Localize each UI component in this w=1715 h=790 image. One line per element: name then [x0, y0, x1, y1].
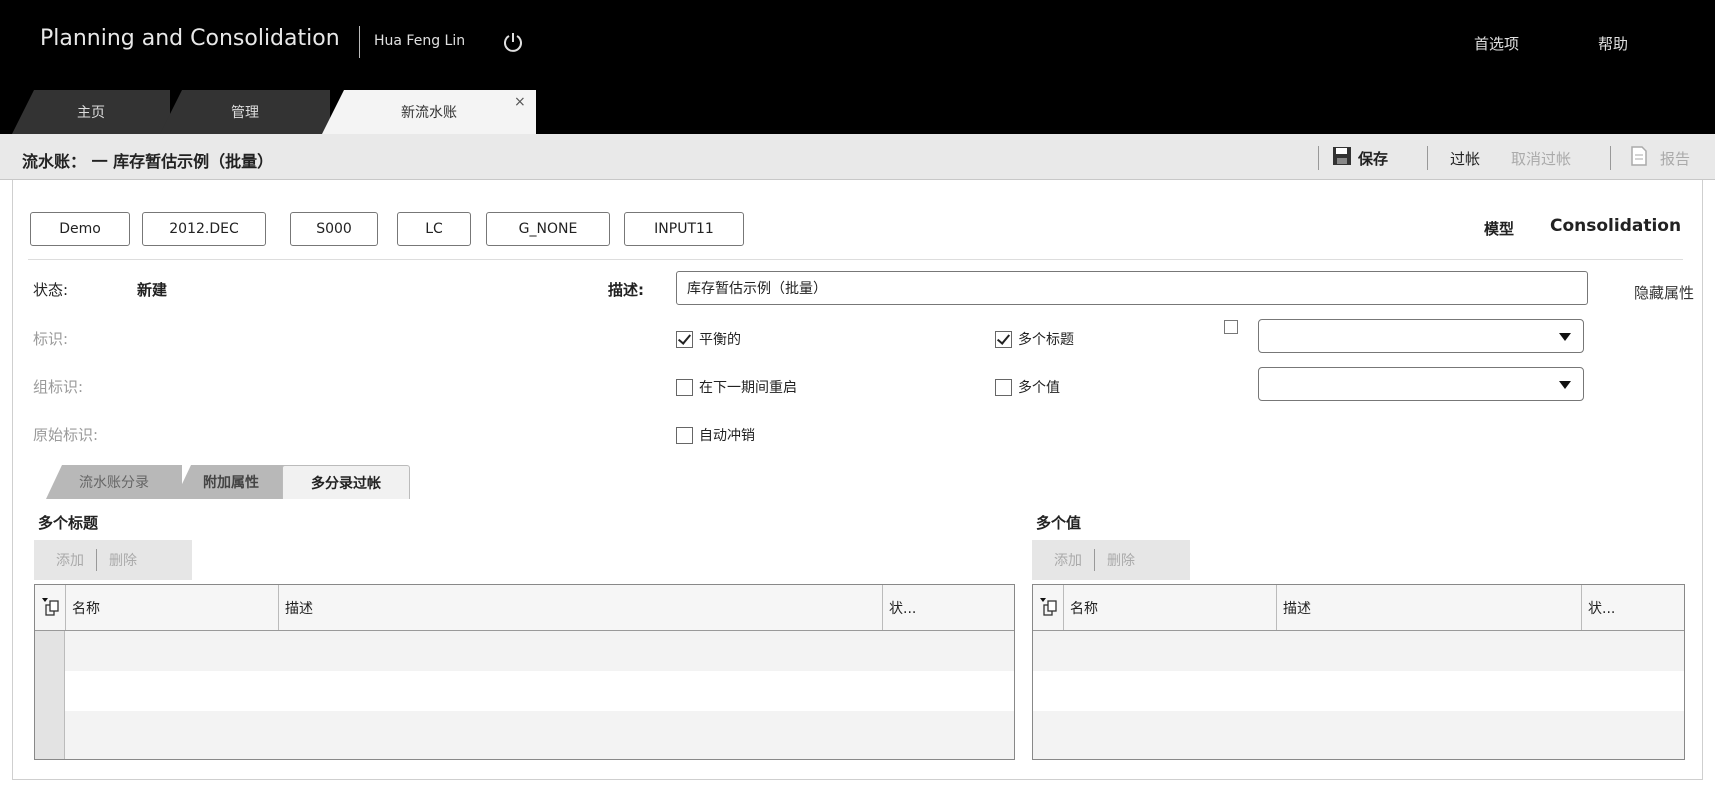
table-row[interactable] — [1033, 671, 1684, 711]
report-icon[interactable] — [1630, 146, 1648, 166]
id-label: 标识: — [33, 330, 69, 348]
checkbox-label: 平衡的 — [699, 332, 741, 348]
description-label: 描述: — [608, 281, 644, 299]
column-label: 状... — [889, 600, 917, 617]
column-label: 名称 — [72, 600, 100, 617]
chevron-down-icon — [1559, 381, 1571, 389]
delete-button[interactable]: 删除 — [1107, 550, 1135, 570]
title-bar: 流水账： 一 库存暂估示例（批量） 保存 过帐 取消过帐 报告 — [0, 134, 1715, 180]
options-link[interactable]: 首选项 — [1474, 33, 1519, 54]
multi-value-checkbox[interactable]: 多个值 — [995, 377, 1060, 397]
multi-heading-toolbar: 添加 删除 — [34, 540, 192, 580]
title-divider — [359, 26, 360, 58]
multi-heading-select[interactable] — [1258, 319, 1584, 353]
table-header: 名称 描述 状... — [35, 585, 1014, 631]
save-button[interactable]: 保存 — [1358, 148, 1388, 169]
toolbar-divider — [1427, 146, 1428, 170]
dimension-time[interactable]: 2012.DEC — [142, 212, 266, 246]
report-button[interactable]: 报告 — [1660, 148, 1690, 169]
tab-home[interactable]: 主页 — [12, 90, 170, 134]
tab-close-icon[interactable]: × — [514, 94, 526, 110]
subtab-additional-attributes[interactable]: 附加属性 — [175, 465, 287, 499]
column-name[interactable]: 名称 — [1063, 585, 1276, 630]
add-button[interactable]: 添加 — [1054, 550, 1082, 570]
column-label: 描述 — [285, 600, 313, 617]
row-selector-column — [35, 631, 65, 759]
user-name: Hua Feng Lin — [374, 33, 466, 49]
model-value: Consolidation — [1550, 216, 1682, 236]
tab-manage[interactable]: 管理 — [160, 90, 330, 134]
multi-heading-panel-title: 多个标题 — [38, 514, 99, 532]
original-id-label: 原始标识: — [33, 426, 99, 444]
table-header: 名称 描述 状... — [1033, 585, 1684, 631]
model-label: 模型 — [1484, 220, 1515, 238]
column-status[interactable]: 状... — [882, 585, 1014, 630]
group-id-label: 组标识: — [33, 378, 84, 396]
help-link[interactable]: 帮助 — [1598, 33, 1628, 54]
column-name[interactable]: 名称 — [65, 585, 278, 630]
column-settings-icon[interactable] — [1039, 597, 1059, 617]
table-row[interactable] — [1033, 631, 1684, 671]
divider — [28, 259, 1683, 260]
save-icon[interactable] — [1332, 146, 1352, 166]
status-value: 新建 — [137, 281, 168, 299]
auto-reverse-checkbox[interactable]: 自动冲销 — [676, 425, 755, 445]
dimension-group[interactable]: G_NONE — [486, 212, 610, 246]
multi-value-toolbar: 添加 删除 — [1032, 540, 1190, 580]
checkbox-box[interactable] — [676, 330, 693, 348]
subtab-multi-entry-posting[interactable]: 多分录过帐 — [282, 465, 410, 499]
toolbar-divider — [1318, 146, 1319, 170]
hide-attributes-link[interactable]: 隐藏属性 — [1634, 282, 1694, 303]
multi-value-select[interactable] — [1258, 367, 1584, 401]
multi-heading-table: 名称 描述 状... — [34, 584, 1015, 760]
dimension-currency[interactable]: LC — [397, 212, 471, 246]
unpost-button[interactable]: 取消过帐 — [1511, 148, 1571, 169]
multi-value-panel-title: 多个值 — [1036, 514, 1082, 532]
app-title: Planning and Consolidation — [40, 26, 340, 51]
delete-button[interactable]: 删除 — [109, 550, 137, 570]
table-row[interactable] — [65, 711, 1014, 759]
table-row[interactable] — [1033, 711, 1684, 759]
checkbox-label: 在下一期间重启 — [699, 380, 797, 396]
column-label: 状... — [1588, 600, 1616, 617]
table-row[interactable] — [65, 671, 1014, 711]
column-status[interactable]: 状... — [1581, 585, 1684, 630]
page-title: 流水账： 一 库存暂估示例（批量） — [22, 152, 274, 171]
restart-next-period-checkbox[interactable]: 在下一期间重启 — [676, 377, 797, 397]
column-description[interactable]: 描述 — [278, 585, 882, 630]
toolbar-divider — [1610, 146, 1611, 170]
checkbox-box[interactable] — [995, 378, 1012, 396]
multi-heading-checkbox[interactable]: 多个标题 — [995, 329, 1074, 349]
multi-value-table: 名称 描述 状... — [1032, 584, 1685, 760]
dimension-scope[interactable]: S000 — [290, 212, 378, 246]
add-button[interactable]: 添加 — [56, 550, 84, 570]
chevron-down-icon — [1559, 333, 1571, 341]
column-label: 名称 — [1070, 600, 1098, 617]
power-icon[interactable] — [502, 31, 524, 53]
table-row[interactable] — [65, 631, 1014, 671]
tab-new-journal[interactable]: 新流水账 — [322, 90, 536, 134]
checkbox-box[interactable] — [676, 378, 693, 396]
checkbox-label: 多个值 — [1018, 380, 1060, 396]
balanced-checkbox[interactable]: 平衡的 — [676, 329, 741, 349]
toolbar-divider — [96, 549, 97, 571]
dimension-entity[interactable]: Demo — [30, 212, 130, 246]
checkbox-box[interactable] — [676, 426, 693, 444]
value-help-icon[interactable] — [1224, 320, 1238, 334]
checkbox-box[interactable] — [995, 330, 1012, 348]
column-description[interactable]: 描述 — [1276, 585, 1581, 630]
checkbox-label: 自动冲销 — [699, 428, 755, 444]
description-input[interactable] — [676, 271, 1588, 305]
post-button[interactable]: 过帐 — [1450, 148, 1480, 169]
column-label: 描述 — [1283, 600, 1311, 617]
status-label: 状态: — [33, 281, 69, 299]
subtab-journal-entries[interactable]: 流水账分录 — [46, 465, 182, 499]
checkbox-label: 多个标题 — [1018, 332, 1074, 348]
toolbar-divider — [1094, 549, 1095, 571]
column-settings-icon[interactable] — [41, 597, 61, 617]
dimension-audit[interactable]: INPUT11 — [624, 212, 744, 246]
